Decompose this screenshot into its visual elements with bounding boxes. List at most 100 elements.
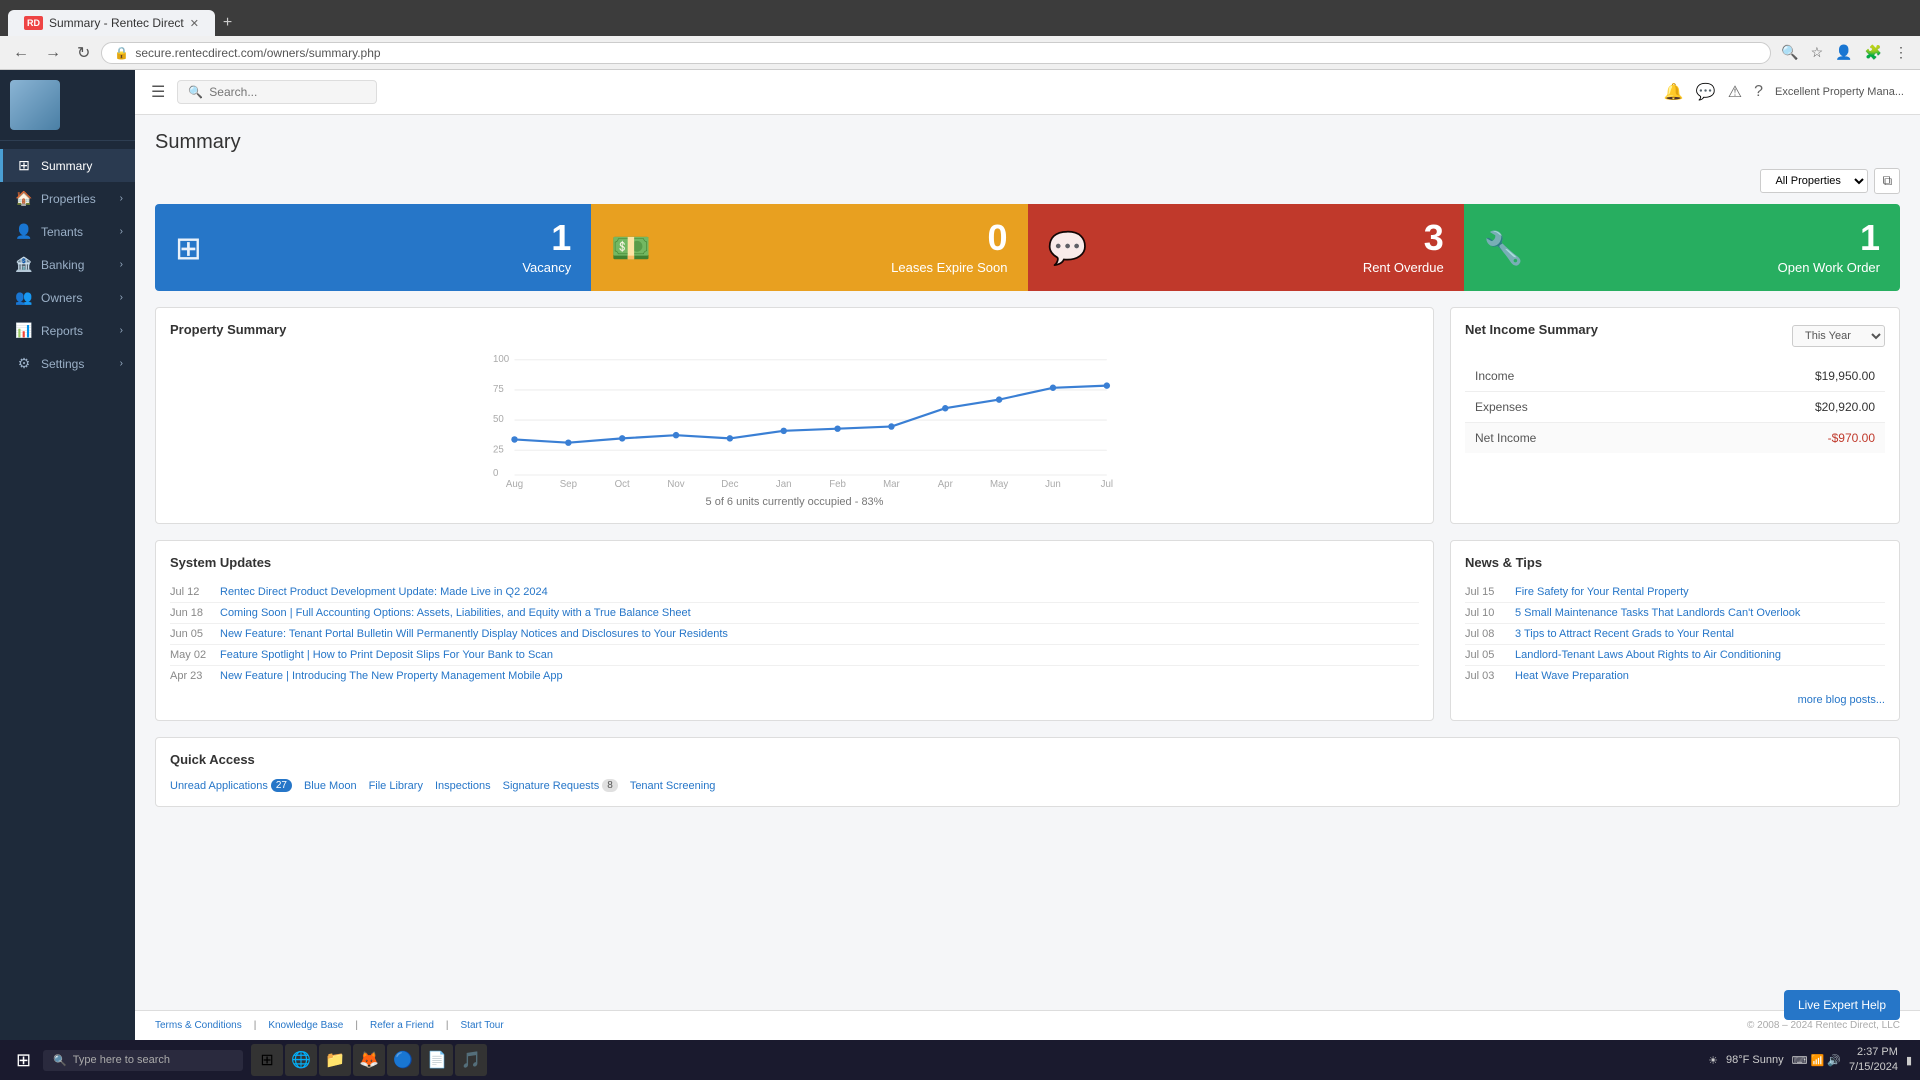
taskbar-app-1[interactable]: 🌐: [285, 1044, 317, 1076]
qa-link-bluemoon[interactable]: Blue Moon: [304, 779, 357, 792]
taskbar-app-4[interactable]: 🔵: [387, 1044, 419, 1076]
sidebar-item-tenants[interactable]: 👤 Tenants ›: [0, 215, 135, 248]
news-date-3: Jul 05: [1465, 649, 1505, 661]
quick-access-links: Unread Applications 27 Blue Moon File Li…: [170, 779, 1885, 792]
user-label[interactable]: Excellent Property Mana...: [1775, 86, 1904, 98]
news-link-0[interactable]: Fire Safety for Your Rental Property: [1515, 586, 1689, 598]
chart-area: 100 75 50 25 0: [170, 349, 1419, 509]
summary-icon: ⊞: [15, 157, 33, 174]
qa-link-signature[interactable]: Signature Requests 8: [503, 779, 618, 792]
system-updates-list: Jul 12 Rentec Direct Product Development…: [170, 582, 1419, 686]
update-link-0[interactable]: Rentec Direct Product Development Update…: [220, 586, 548, 598]
help-icon[interactable]: ?: [1754, 83, 1763, 101]
update-item-3: May 02 Feature Spotlight | How to Print …: [170, 645, 1419, 666]
rent-overdue-label: Rent Overdue: [1363, 260, 1444, 275]
news-link-4[interactable]: Heat Wave Preparation: [1515, 670, 1629, 682]
page-title: Summary: [155, 131, 1900, 154]
forward-button[interactable]: →: [40, 42, 66, 64]
update-item-0: Jul 12 Rentec Direct Product Development…: [170, 582, 1419, 603]
taskbar-app-0[interactable]: ⊞: [251, 1044, 283, 1076]
main-content: ☰ 🔍 🔔 💬 ⚠ ? Excellent Property Mana... S…: [135, 70, 1920, 1040]
notifications-icon[interactable]: 🔔: [1664, 82, 1684, 102]
update-link-1[interactable]: Coming Soon | Full Accounting Options: A…: [220, 607, 691, 619]
filter-button[interactable]: ⧉: [1874, 168, 1900, 194]
qa-link-filelibrary[interactable]: File Library: [369, 779, 423, 792]
update-link-3[interactable]: Feature Spotlight | How to Print Deposit…: [220, 649, 553, 661]
vacancy-icon: ⊞: [175, 229, 202, 267]
sidebar-item-reports[interactable]: 📊 Reports ›: [0, 314, 135, 347]
footer-refer[interactable]: Refer a Friend: [370, 1020, 434, 1031]
search-icon[interactable]: 🔍: [1777, 42, 1802, 63]
menu-icon[interactable]: ⋮: [1890, 42, 1912, 63]
address-bar[interactable]: 🔒 secure.rentecdirect.com/owners/summary…: [101, 42, 1771, 64]
news-date-1: Jul 10: [1465, 607, 1505, 619]
taskbar-app-5[interactable]: 📄: [421, 1044, 453, 1076]
footer-knowledge[interactable]: Knowledge Base: [268, 1020, 343, 1031]
lock-icon: 🔒: [114, 46, 129, 60]
news-date-0: Jul 15: [1465, 586, 1505, 598]
sidebar-item-properties[interactable]: 🏠 Properties ›: [0, 182, 135, 215]
weather-text: 98°F Sunny: [1726, 1054, 1784, 1066]
footer: Terms & Conditions | Knowledge Base | Re…: [135, 1010, 1920, 1040]
tab-close-button[interactable]: ✕: [190, 17, 199, 30]
qa-link-unread[interactable]: Unread Applications 27: [170, 779, 292, 792]
taskbar-search[interactable]: 🔍 Type here to search: [43, 1050, 243, 1071]
banking-icon: 🏦: [15, 256, 33, 273]
owners-icon: 👥: [15, 289, 33, 306]
new-tab-button[interactable]: +: [215, 10, 240, 36]
footer-terms[interactable]: Terms & Conditions: [155, 1020, 242, 1031]
qa-badge-0: 27: [271, 779, 292, 792]
leases-number: 0: [891, 220, 1007, 256]
update-link-4[interactable]: New Feature | Introducing The New Proper…: [220, 670, 563, 682]
bottom-two-col: System Updates Jul 12 Rentec Direct Prod…: [155, 540, 1900, 721]
taskbar-search-icon: 🔍: [53, 1054, 67, 1067]
news-link-2[interactable]: 3 Tips to Attract Recent Grads to Your R…: [1515, 628, 1734, 640]
chevron-icon: ›: [120, 193, 123, 204]
sidebar-item-summary[interactable]: ⊞ Summary: [0, 149, 135, 182]
show-desktop-icon[interactable]: ▮: [1906, 1054, 1912, 1067]
qa-link-inspections[interactable]: Inspections: [435, 779, 491, 792]
taskbar-app-3[interactable]: 🦊: [353, 1044, 385, 1076]
expenses-row: Expenses $20,920.00: [1465, 392, 1885, 423]
search-bar[interactable]: 🔍: [177, 80, 377, 104]
vacancy-card[interactable]: ⊞ 1 Vacancy: [155, 204, 591, 291]
sidebar-item-banking[interactable]: 🏦 Banking ›: [0, 248, 135, 281]
rent-overdue-card[interactable]: 💬 3 Rent Overdue: [1028, 204, 1464, 291]
all-properties-select[interactable]: All Properties: [1760, 169, 1868, 193]
extensions-icon[interactable]: 🧩: [1861, 42, 1886, 63]
active-tab[interactable]: RD Summary - Rentec Direct ✕: [8, 10, 215, 36]
taskbar-app-2[interactable]: 📁: [319, 1044, 351, 1076]
back-button[interactable]: ←: [8, 42, 34, 64]
footer-links: Terms & Conditions | Knowledge Base | Re…: [155, 1020, 504, 1031]
sidebar-item-settings[interactable]: ⚙ Settings ›: [0, 347, 135, 380]
taskbar-app-6[interactable]: 🎵: [455, 1044, 487, 1076]
alerts-icon[interactable]: ⚠: [1728, 82, 1742, 102]
leases-card[interactable]: 💵 0 Leases Expire Soon: [591, 204, 1027, 291]
news-link-1[interactable]: 5 Small Maintenance Tasks That Landlords…: [1515, 607, 1800, 619]
more-blog-link[interactable]: more blog posts...: [1465, 694, 1885, 706]
start-button[interactable]: ⊞: [8, 1046, 39, 1075]
vacancy-label: Vacancy: [522, 260, 571, 275]
update-date-2: Jun 05: [170, 628, 210, 640]
profile-icon[interactable]: 👤: [1831, 42, 1856, 63]
sidebar-item-owners[interactable]: 👥 Owners ›: [0, 281, 135, 314]
main-two-col: Property Summary 100 75 50 25 0: [155, 307, 1900, 524]
news-link-3[interactable]: Landlord-Tenant Laws About Rights to Air…: [1515, 649, 1781, 661]
reload-button[interactable]: ↻: [72, 41, 95, 65]
news-item-0: Jul 15 Fire Safety for Your Rental Prope…: [1465, 582, 1885, 603]
tab-favicon: RD: [24, 16, 43, 30]
update-date-0: Jul 12: [170, 586, 210, 598]
work-order-card[interactable]: 🔧 1 Open Work Order: [1464, 204, 1900, 291]
update-link-2[interactable]: New Feature: Tenant Portal Bulletin Will…: [220, 628, 728, 640]
search-input[interactable]: [209, 85, 359, 99]
taskbar-apps: ⊞ 🌐 📁 🦊 🔵 📄 🎵: [251, 1044, 487, 1076]
bookmark-icon[interactable]: ☆: [1807, 42, 1828, 63]
footer-tour[interactable]: Start Tour: [461, 1020, 504, 1031]
messages-icon[interactable]: 💬: [1696, 82, 1716, 102]
qa-link-tenant-screening[interactable]: Tenant Screening: [630, 779, 716, 792]
hamburger-icon[interactable]: ☰: [151, 82, 165, 102]
live-help-button[interactable]: Live Expert Help: [1784, 990, 1900, 1020]
news-tips-list: Jul 15 Fire Safety for Your Rental Prope…: [1465, 582, 1885, 686]
period-select[interactable]: This Year Last Year This Month: [1792, 325, 1885, 347]
chevron-icon-settings: ›: [120, 358, 123, 369]
